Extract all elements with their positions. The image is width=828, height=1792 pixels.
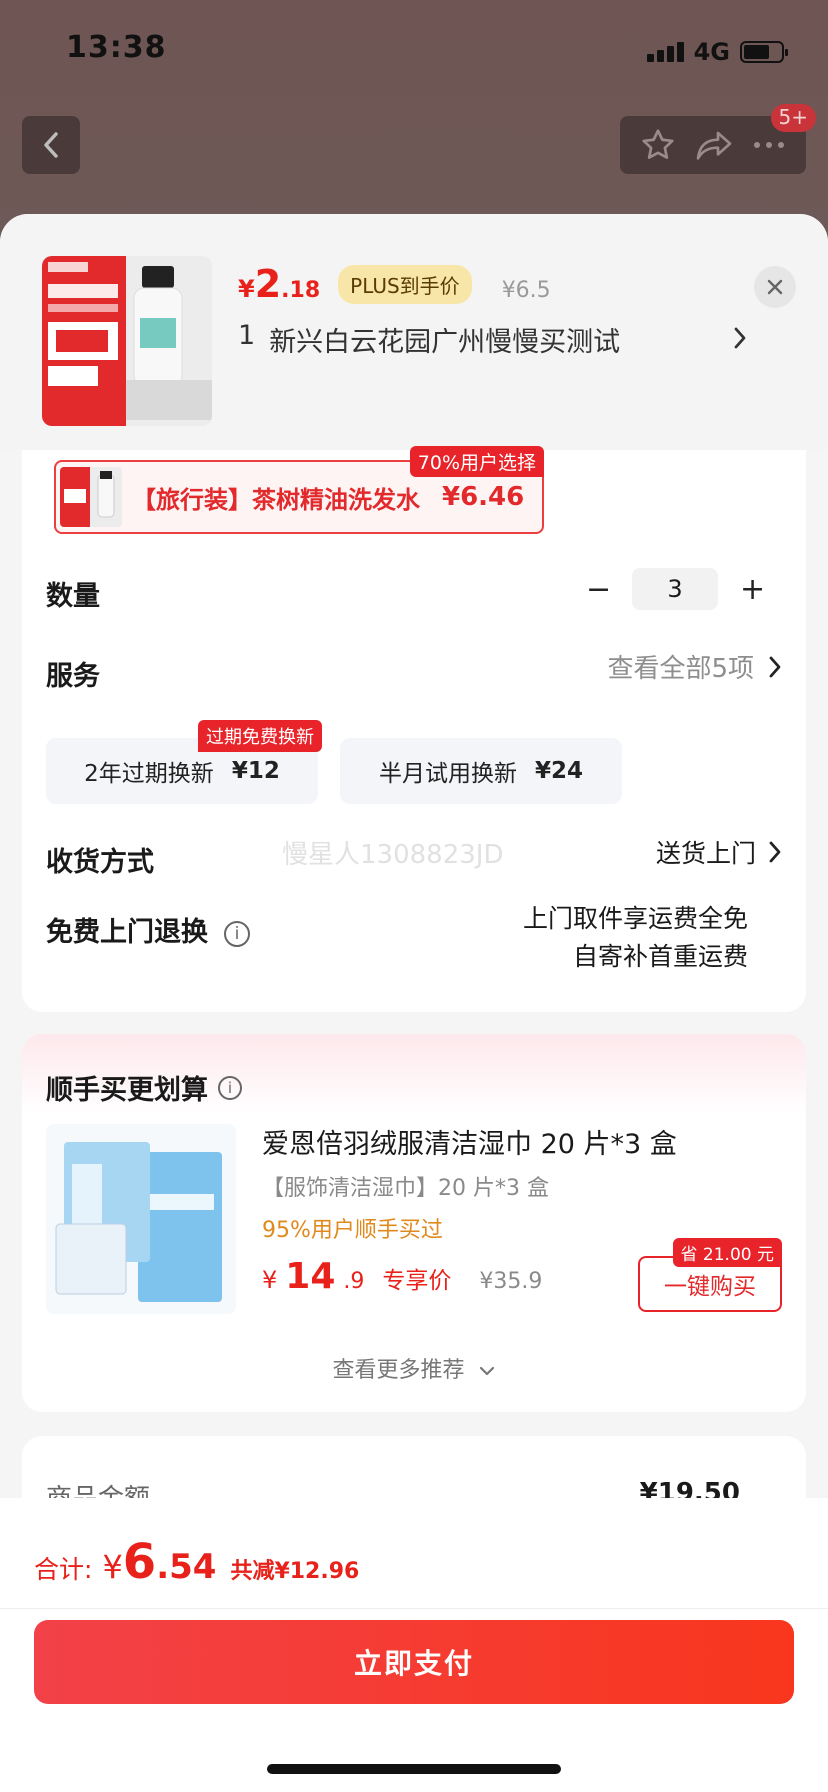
variant-price: ¥6.46 <box>442 482 525 512</box>
returns-detail: 上门取件享运费全免 自寄补首重运费 <box>523 900 748 976</box>
plus-price-tag: PLUS到手价 <box>338 265 472 304</box>
quantity-increase-button[interactable]: + <box>740 572 765 607</box>
chevron-right-icon <box>769 656 781 677</box>
save-badge: 省 21.00 元 <box>672 1238 782 1267</box>
service-view-all[interactable]: 查看全部5项 <box>607 648 782 685</box>
service-badge: 过期免费换新 <box>198 720 322 752</box>
watermark: 慢星人1308823JD <box>282 840 504 870</box>
close-icon <box>767 279 783 295</box>
product-price: ¥2.18 <box>238 262 321 306</box>
variant-badge: 70%用户选择 <box>409 446 544 477</box>
share-icon[interactable] <box>695 129 733 161</box>
recommendation-spec: 【服饰清洁湿巾】20 片*3 盒 <box>262 1176 549 1201</box>
network-type: 4G <box>693 38 730 66</box>
back-button[interactable] <box>22 116 80 174</box>
checkout-footer: 合计: ¥6.54 共减¥12.96 立即支付 <box>0 1498 828 1792</box>
variant-option-selected[interactable]: 【旅行装】茶树精油洗发水 ¥6.46 70%用户选择 <box>54 446 544 534</box>
quantity-stepper: − 3 + <box>586 568 765 610</box>
home-indicator <box>267 1764 561 1774</box>
quantity-input[interactable]: 3 <box>632 568 718 610</box>
returns-row: 免费上门退换 i <box>46 910 250 949</box>
recommendation-price: ¥14.9 专享价 ¥35.9 <box>262 1256 543 1297</box>
options-card: 【旅行装】茶树精油洗发水 ¥6.46 70%用户选择 数量 − 3 + 服务 查… <box>22 446 806 1012</box>
product-price-line: ¥2.18 PLUS到手价 ¥6.5 <box>238 262 551 308</box>
star-icon[interactable] <box>640 127 676 163</box>
recommendation-original-price: ¥35.9 <box>479 1269 543 1294</box>
quantity-label: 数量 <box>46 581 100 612</box>
quantity-decrease-button[interactable]: − <box>586 572 611 607</box>
delivery-selector[interactable]: 送货上门 <box>656 834 782 870</box>
recommendation-card: 顺手买更划算 i 爱恩倍羽绒服清洁湿巾 20 片*3 盒 【服饰清洁湿巾】20 片… <box>22 1034 806 1412</box>
original-price: ¥6.5 <box>501 278 551 303</box>
service-option-name: 半月试用换新 <box>378 761 517 787</box>
service-option-name: 2年过期换新 <box>84 761 214 787</box>
background-page: 13:38 4G 5+ <box>0 0 828 230</box>
returns-label: 免费上门退换 <box>46 917 208 948</box>
status-time: 13:38 <box>66 30 167 65</box>
recommendation-stat: 95%用户顺手买过 <box>262 1218 443 1243</box>
recommendation-title: 顺手买更划算 <box>46 1075 208 1106</box>
more-recommendations-link[interactable]: 查看更多推荐 <box>22 1352 806 1384</box>
recommendation-image[interactable] <box>46 1124 236 1314</box>
info-icon[interactable]: i <box>218 1075 242 1100</box>
service-option-2[interactable]: 半月试用换新 ¥24 <box>340 738 622 804</box>
discount-total: 共减¥12.96 <box>230 1559 360 1584</box>
address-selector[interactable]: 1 新兴白云花园广州慢慢买测试 <box>238 320 620 359</box>
service-label: 服务 <box>46 661 100 692</box>
variant-image <box>60 467 122 527</box>
service-view-all-label: 查看全部5项 <box>607 654 754 684</box>
notification-badge: 5+ <box>770 104 816 132</box>
service-option-price: ¥12 <box>231 758 280 784</box>
chevron-right-icon[interactable] <box>732 326 748 350</box>
more-icon[interactable] <box>752 140 786 150</box>
signal-icon <box>646 42 684 62</box>
returns-line-2: 自寄补首重运费 <box>572 942 748 971</box>
chevron-down-icon <box>479 1366 494 1376</box>
total-label: 合计: <box>34 1555 93 1584</box>
pay-now-button[interactable]: 立即支付 <box>34 1620 794 1704</box>
more-recommendations-label: 查看更多推荐 <box>332 1358 465 1383</box>
divider <box>0 1608 828 1609</box>
product-image <box>42 256 212 426</box>
address-index: 1 <box>238 320 256 351</box>
variant-name: 【旅行装】茶树精油洗发水 <box>132 485 420 514</box>
returns-line-1: 上门取件享运费全免 <box>522 904 748 933</box>
chevron-right-icon <box>769 841 781 863</box>
address-text: 新兴白云花园广州慢慢买测试 <box>269 327 621 358</box>
info-icon[interactable]: i <box>224 920 250 947</box>
delivery-value: 送货上门 <box>655 839 756 868</box>
battery-icon <box>740 41 788 63</box>
delivery-label: 收货方式 <box>46 847 154 878</box>
chevron-left-icon <box>44 132 58 158</box>
total-price: 合计: ¥6.54 共减¥12.96 <box>34 1534 360 1590</box>
product-header: ¥2.18 PLUS到手价 ¥6.5 1 新兴白云花园广州慢慢买测试 <box>0 214 828 450</box>
exclusive-price-tag: 专享价 <box>382 1268 452 1294</box>
status-indicators: 4G <box>646 38 788 66</box>
recommendation-title-row: 顺手买更划算 i <box>46 1068 242 1107</box>
recommendation-name[interactable]: 爱恩倍羽绒服清洁湿巾 20 片*3 盒 <box>262 1122 677 1161</box>
service-option-price: ¥24 <box>534 758 583 784</box>
close-button[interactable] <box>754 266 796 308</box>
